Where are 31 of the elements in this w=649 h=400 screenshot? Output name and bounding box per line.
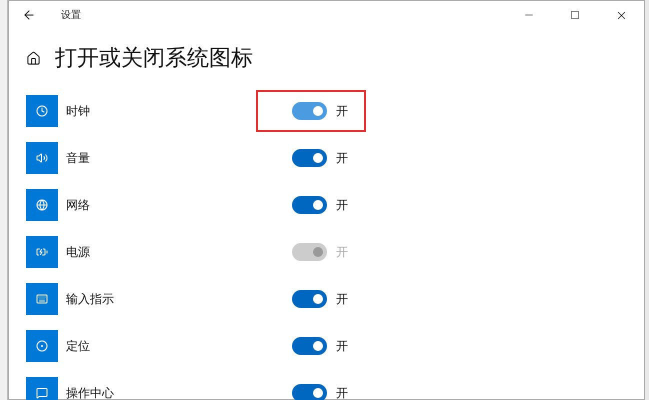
item-label: 操作中心 (66, 384, 115, 400)
toggle-state-label: 开 (336, 384, 348, 400)
maximize-icon (570, 10, 580, 20)
speaker-icon (36, 152, 48, 164)
item-label: 定位 (66, 338, 91, 354)
item-label: 电源 (66, 244, 91, 260)
toggle-state-label: 开 (336, 150, 348, 166)
globe-icon (36, 198, 48, 210)
clock-icon (36, 104, 48, 116)
toggle-state-label: 开 (336, 338, 348, 354)
keyboard-icon (36, 292, 48, 304)
item-label: 时钟 (66, 102, 91, 120)
toggle-switch[interactable] (292, 196, 327, 214)
page-heading: 打开或关闭系统图标 (55, 44, 253, 72)
toggle-state-label: 开 (336, 102, 348, 120)
toggle-state-label: 开 (336, 290, 348, 308)
item-label: 输入指示 (66, 290, 115, 308)
item-label: 网络 (66, 196, 91, 214)
battery-icon (36, 246, 48, 258)
item-label: 音量 (66, 150, 91, 166)
home-icon (26, 50, 40, 66)
toggle-state-label: 开 (336, 196, 348, 214)
location-icon (36, 340, 48, 352)
toggle-switch[interactable] (292, 384, 327, 400)
message-icon (36, 386, 48, 398)
window-title: 设置 (61, 8, 81, 22)
toggle-switch[interactable] (292, 102, 327, 120)
toggle-switch[interactable] (292, 290, 327, 308)
toggle-switch[interactable] (292, 336, 327, 354)
toggle-state-label: 开 (336, 244, 348, 260)
toggle-switch[interactable] (292, 148, 327, 166)
